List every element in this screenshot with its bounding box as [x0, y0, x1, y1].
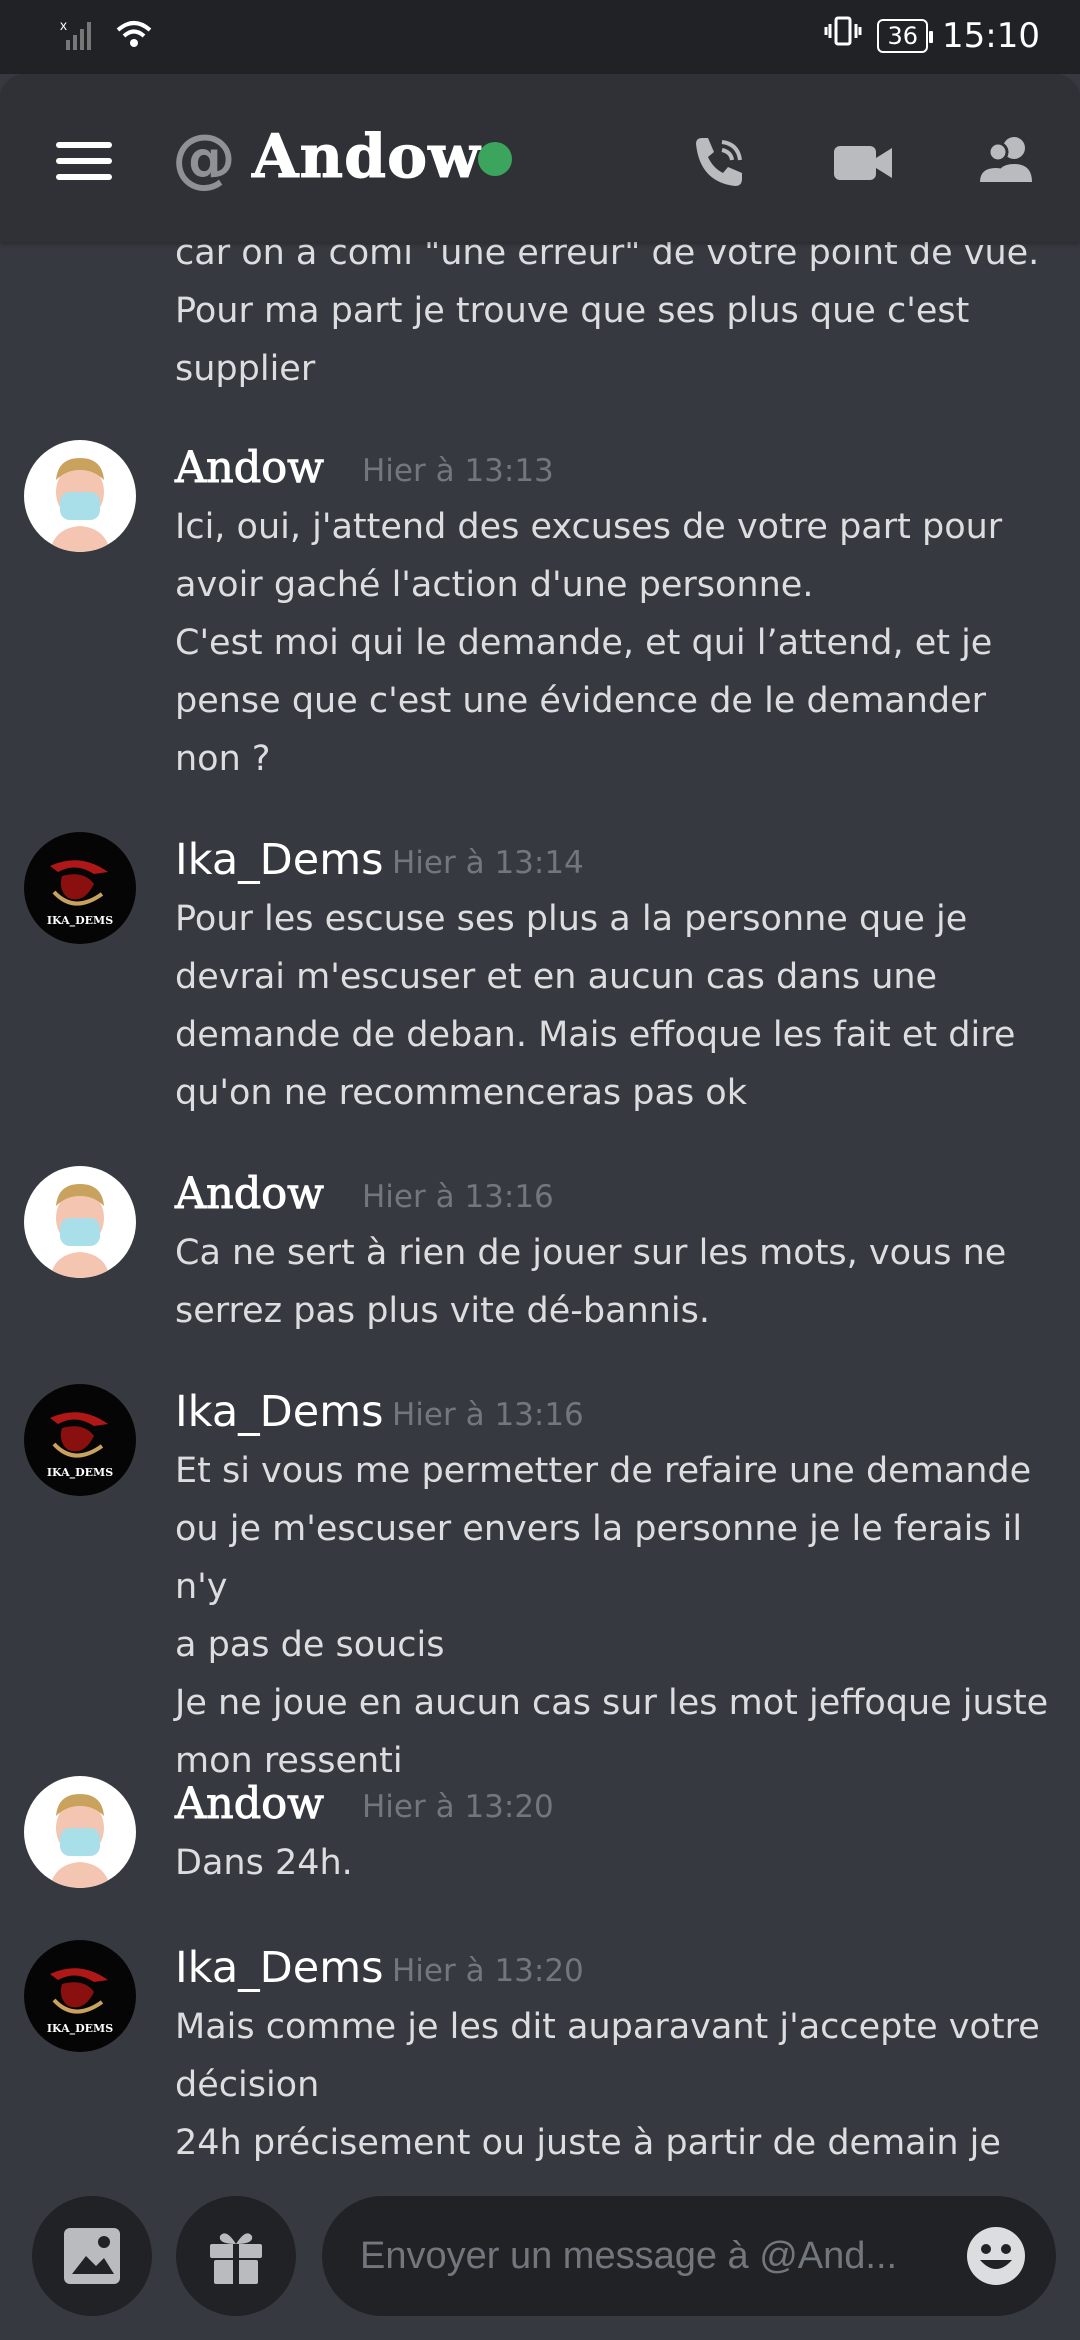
message-timestamp: Hier à 13:16: [362, 1179, 554, 1215]
menu-icon[interactable]: [56, 142, 112, 182]
avatar-ika-dems[interactable]: IKA_DEMS: [24, 1384, 136, 1496]
image-upload-button[interactable]: [32, 2196, 152, 2316]
channel-title: Andow: [252, 122, 481, 193]
avatar-andow[interactable]: [24, 1166, 136, 1278]
message-timestamp: Hier à 13:20: [362, 1789, 554, 1825]
avatar-label: IKA_DEMS: [47, 2022, 113, 2036]
avatar-label: IKA_DEMS: [47, 914, 113, 928]
clock: 15:10: [942, 15, 1040, 56]
message-text: Mais comme je les dit auparavant j'accep…: [175, 2007, 1040, 2163]
signal-icon: x: [60, 17, 100, 56]
battery-indicator: 36: [877, 18, 933, 53]
image-icon: [64, 2228, 120, 2284]
avatar-andow[interactable]: [24, 1776, 136, 1888]
message-input[interactable]: [358, 2233, 942, 2279]
message-text: Et si vous me permetter de refaire une d…: [175, 1451, 1049, 1781]
message-author[interactable]: Ika_Dems: [175, 1384, 384, 1440]
svg-text:x: x: [60, 18, 67, 33]
avatar-label: IKA_DEMS: [47, 1466, 113, 1480]
message-timestamp: Hier à 13:16: [392, 1397, 584, 1433]
wifi-icon: [114, 18, 154, 56]
online-status-dot: [478, 142, 512, 176]
status-bar: x 36 15:10: [0, 0, 1080, 74]
avatar-ika-dems[interactable]: IKA_DEMS: [24, 1940, 136, 2052]
message-author[interactable]: Ika_Dems: [175, 832, 384, 888]
gift-icon: [210, 2233, 262, 2284]
message-text: Ici, oui, j'attend des excuses de votre …: [175, 507, 1003, 779]
message-text: Dans 24h.: [175, 1843, 353, 1883]
avatar-ika-dems[interactable]: IKA_DEMS: [24, 832, 136, 944]
video-call-icon[interactable]: [830, 130, 896, 194]
message-text: Ca ne sert à rien de jouer sur les mots,…: [175, 1233, 1007, 1331]
chat-input-container: [322, 2196, 1056, 2316]
message-timestamp: Hier à 13:13: [362, 453, 554, 489]
message-timestamp: Hier à 13:20: [392, 1953, 584, 1989]
message-author[interactable]: Ika_Dems: [175, 1940, 384, 1996]
member-list-icon[interactable]: [974, 130, 1040, 194]
at-symbol-icon: @: [172, 122, 236, 196]
channel-header: @ Andow: [0, 74, 1080, 242]
message-list[interactable]: car on a comi "une erreur" de votre poin…: [0, 242, 1080, 2180]
message-timestamp: Hier à 13:14: [392, 845, 584, 881]
gift-button[interactable]: [176, 2196, 296, 2316]
voice-call-icon[interactable]: [686, 130, 750, 194]
message-input-bar: [0, 2180, 1080, 2340]
message-text: Pour les escuse ses plus a la personne q…: [175, 899, 1016, 1113]
message-author[interactable]: Andow: [175, 1166, 325, 1222]
emoji-icon[interactable]: [964, 2224, 1028, 2292]
message-author[interactable]: Andow: [175, 1776, 325, 1832]
message-text: car on a comi "une erreur" de votre poin…: [175, 242, 1040, 389]
avatar-andow[interactable]: [24, 440, 136, 552]
message-author[interactable]: Andow: [175, 440, 325, 496]
vibrate-icon: [823, 14, 863, 57]
